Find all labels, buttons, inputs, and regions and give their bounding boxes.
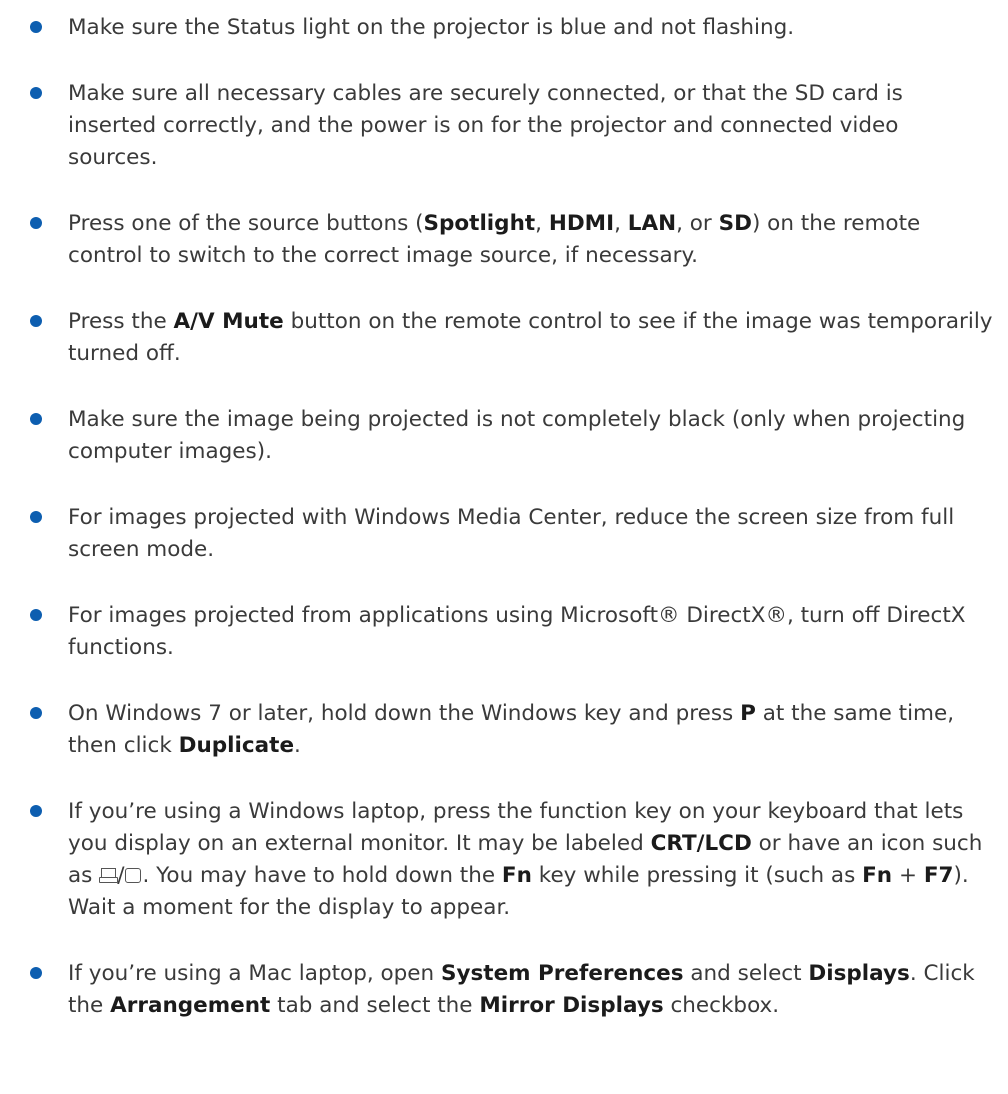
spotlight-button-label: Spotlight: [423, 211, 536, 236]
av-mute-button-label: A/V Mute: [173, 309, 284, 334]
troubleshooting-page: Make sure the Status light on the projec…: [0, 0, 1008, 1094]
bullet-icon: [30, 21, 42, 33]
mirror-displays-label: Mirror Displays: [479, 993, 664, 1018]
bullet-icon: [30, 805, 42, 817]
list-item-text: For images projected with Windows Media …: [68, 505, 955, 562]
system-preferences-label: System Preferences: [441, 961, 684, 986]
laptop-icon: [99, 866, 119, 884]
fn-key-label: Fn: [501, 863, 532, 888]
list-item-text: Press the A/V Mute button on the remote …: [68, 309, 993, 366]
list-item-text: Make sure all necessary cables are secur…: [68, 81, 903, 170]
monitor-icon: [124, 866, 142, 884]
bullet-icon: [30, 217, 42, 229]
bullet-icon: [30, 413, 42, 425]
hdmi-button-label: HDMI: [548, 211, 615, 236]
duplicate-option-label: Duplicate: [178, 733, 295, 758]
bullet-icon: [30, 707, 42, 719]
list-item-text: Press one of the source buttons (Spotlig…: [68, 211, 921, 268]
p-key-label: P: [740, 701, 756, 726]
bullet-icon: [30, 315, 42, 327]
list-item-text: Make sure the image being projected is n…: [68, 407, 966, 464]
crt-lcd-key-label: CRT/LCD: [650, 831, 752, 856]
list-item-text: On Windows 7 or later, hold down the Win…: [68, 701, 955, 758]
displays-label: Displays: [808, 961, 910, 986]
arrangement-tab-label: Arrangement: [110, 993, 271, 1018]
list-item-text: Make sure the Status light on the projec…: [68, 15, 795, 40]
f7-key-label: F7: [923, 863, 954, 888]
sd-button-label: SD: [718, 211, 752, 236]
bullet-icon: [30, 609, 42, 621]
list-item-text: If you’re using a Windows laptop, press …: [68, 799, 983, 920]
list-item-text: If you’re using a Mac laptop, open Syste…: [68, 961, 975, 1018]
bullet-icon: [30, 87, 42, 99]
bullet-icon: [30, 967, 42, 979]
list-item-text: For images projected from applications u…: [68, 603, 966, 660]
bullet-icon: [30, 511, 42, 523]
lan-button-label: LAN: [627, 211, 677, 236]
fn-key-label: Fn: [862, 863, 893, 888]
